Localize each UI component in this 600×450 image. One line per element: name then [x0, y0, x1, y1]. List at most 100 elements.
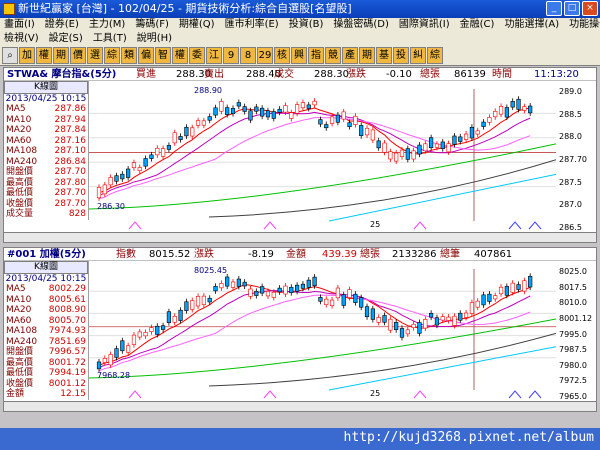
indicator-name: MA20 — [6, 305, 32, 315]
toolbar-button-15[interactable]: 核 — [274, 47, 290, 64]
total-label: 總張 — [360, 249, 380, 260]
toolbar-button-4[interactable]: 選 — [87, 47, 103, 64]
indicator-panel: K線圖 2013/04/25 10:15 MA5 287.86 MA10 287.94… — [4, 81, 89, 220]
watermark: http://kujd3268.pixnet.net/album — [343, 430, 594, 445]
toolbar-button-24[interactable]: 綜 — [427, 47, 443, 64]
indicator-name: MA20 — [6, 125, 32, 135]
scroll-strip[interactable] — [4, 401, 596, 411]
indicator-value: 8005.61 — [48, 294, 86, 305]
index-value: 8015.52 — [149, 249, 191, 260]
toolbar-button-0[interactable]: 加 — [19, 47, 35, 64]
toolbar-button-21[interactable]: 基 — [376, 47, 392, 64]
amount-label: 金額 — [286, 249, 306, 260]
scroll-strip[interactable] — [4, 232, 596, 242]
scale-tick: 287.70 — [559, 155, 587, 164]
toolbar-button-22[interactable]: 投 — [393, 47, 409, 64]
toolbar-button-13[interactable]: 8 — [240, 47, 256, 64]
indicator-row: 收盤價 287.70 — [4, 199, 88, 210]
change-label: 漲跌 — [194, 249, 214, 260]
indicator-name: 最低價 — [6, 368, 34, 378]
toolbar-button-18[interactable]: 競 — [325, 47, 341, 64]
indicator-row: 最高價 8001.72 — [4, 358, 88, 369]
menu-item-6[interactable]: 投資(B) — [289, 18, 324, 32]
quote-header: STWA& 摩台指&(5分) 買進 288.30 賣出 288.40 成交 28… — [4, 68, 596, 81]
indicator-name: MA10 — [6, 294, 32, 305]
toolbar-button-10[interactable]: 委 — [189, 47, 205, 64]
menu-item-sub-1[interactable]: 設定(S) — [49, 32, 83, 46]
toolbar-button-11[interactable]: 江 — [206, 47, 222, 64]
indicator-value: 8002.29 — [48, 284, 86, 294]
toolbar-button-7[interactable]: 偏 — [138, 47, 154, 64]
indicator-name: MA108 — [6, 146, 38, 156]
scale-tick: 288.5 — [559, 109, 582, 119]
low-label: 286.30 — [97, 202, 125, 211]
toolbar-button-3[interactable]: 價 — [70, 47, 86, 64]
symbol-label: #001 加權(5分) — [7, 249, 86, 260]
maximize-button[interactable]: □ — [564, 1, 580, 16]
menu-item-5[interactable]: 匯市利率(E) — [225, 18, 279, 32]
indicator-value: 8008.90 — [48, 305, 86, 315]
menu-bar: 畫面(I) 證券(E) 主力(M) 籌碼(F) 期權(Q) 匯市利率(E) 投資(B) 操盤密… — [0, 18, 600, 46]
scale-tick: 289.0 — [559, 87, 582, 96]
indicator-value: 287.80 — [54, 177, 87, 188]
indicator-value: 287.84 — [54, 125, 87, 135]
indicator-name: 最低價 — [6, 188, 34, 198]
menu-item-2[interactable]: 主力(M) — [89, 18, 125, 32]
indicator-value: 287.10 — [54, 146, 87, 156]
close-button[interactable]: × — [582, 1, 598, 16]
candlestick-chart[interactable]: 288.90 286.30 25 — [88, 81, 557, 233]
scale-tick: 288.0 — [559, 132, 582, 142]
toolbar-button-1[interactable]: 權 — [36, 47, 52, 64]
toolbar-button-20[interactable]: 期 — [359, 47, 375, 64]
indicator-row: 開盤價 7996.57 — [4, 347, 88, 358]
scale-tick: 287.0 — [559, 200, 582, 210]
candlestick-chart[interactable]: 8025.45 7968.28 25 — [88, 261, 557, 402]
toolbar-button-2[interactable]: 期 — [53, 47, 69, 64]
menu-item-10[interactable]: 功能選擇(A) — [504, 18, 559, 32]
menu-item-7[interactable]: 操盤密碼(D) — [333, 18, 389, 32]
toolbar-button-16[interactable]: 興 — [291, 47, 307, 64]
search-icon[interactable]: ⌕ — [2, 47, 18, 64]
toolbar-button-19[interactable]: 產 — [342, 47, 358, 64]
menu-item-sub-2[interactable]: 工具(T) — [93, 32, 127, 46]
menu-item-11[interactable]: 功能操作(F) — [569, 18, 600, 32]
toolbar-button-9[interactable]: 權 — [172, 47, 188, 64]
menu-item-4[interactable]: 期權(Q) — [179, 18, 215, 32]
menu-item-1[interactable]: 證券(E) — [45, 18, 79, 32]
indicator-row: 收盤價 8001.12 — [4, 379, 88, 390]
indicator-value: 287.70 — [54, 167, 87, 177]
indicator-row: MA20 8008.90 — [4, 305, 88, 316]
indicator-row: MA240 286.84 — [4, 157, 88, 168]
toolbar-button-5[interactable]: 綜 — [104, 47, 120, 64]
indicator-row: 最低價 7994.19 — [4, 368, 88, 379]
price-scale: 289.0 288.5 288.0 287.70 287.5 287.0 286.5 — [556, 81, 598, 233]
indicator-value: 287.86 — [54, 104, 87, 114]
minimize-button[interactable]: _ — [546, 1, 562, 16]
toolbar-button-17[interactable]: 指 — [308, 47, 324, 64]
toolbar-button-8[interactable]: 智 — [155, 47, 171, 64]
chart-panel-taiex: #001 加權(5分) 指數 8015.52 漲跌 -8.19 金額 439.3… — [3, 247, 597, 412]
indicator-row: MA5 8002.29 — [4, 284, 88, 295]
toolbar-button-6[interactable]: 類 — [121, 47, 137, 64]
indicator-name: 開盤價 — [6, 167, 34, 177]
menu-item-9[interactable]: 金融(C) — [460, 18, 495, 32]
sell-label: 賣出 — [204, 69, 224, 80]
window-title: 新世紀贏家 [台灣] - 102/04/25 - 期貨技術分析:綜合自選股[名望… — [18, 2, 352, 15]
x-axis-label: 25 — [370, 389, 380, 398]
menu-item-3[interactable]: 籌碼(F) — [135, 18, 169, 32]
menu-item-sub-0[interactable]: 檢視(V) — [4, 32, 39, 46]
menu-item-8[interactable]: 國際資訊(I) — [399, 18, 450, 32]
toolbar-button-14[interactable]: 29 — [257, 47, 273, 64]
indicator-value: 7996.57 — [48, 347, 86, 357]
toolbar-button-23[interactable]: 糾 — [410, 47, 426, 64]
scale-tick: 8001.12 — [559, 313, 593, 323]
indicator-name: MA10 — [6, 114, 32, 125]
toolbar-button-12[interactable]: 9 — [223, 47, 239, 64]
buy-label: 買進 — [136, 69, 156, 80]
scale-tick: 7980.0 — [559, 360, 587, 370]
menu-item-sub-3[interactable]: 說明(H) — [137, 32, 172, 46]
x-axis-label: 25 — [370, 220, 380, 229]
trade-value: 288.30 — [314, 69, 349, 80]
menu-item-0[interactable]: 畫面(I) — [4, 18, 35, 32]
indicator-value: 7851.69 — [48, 336, 86, 347]
